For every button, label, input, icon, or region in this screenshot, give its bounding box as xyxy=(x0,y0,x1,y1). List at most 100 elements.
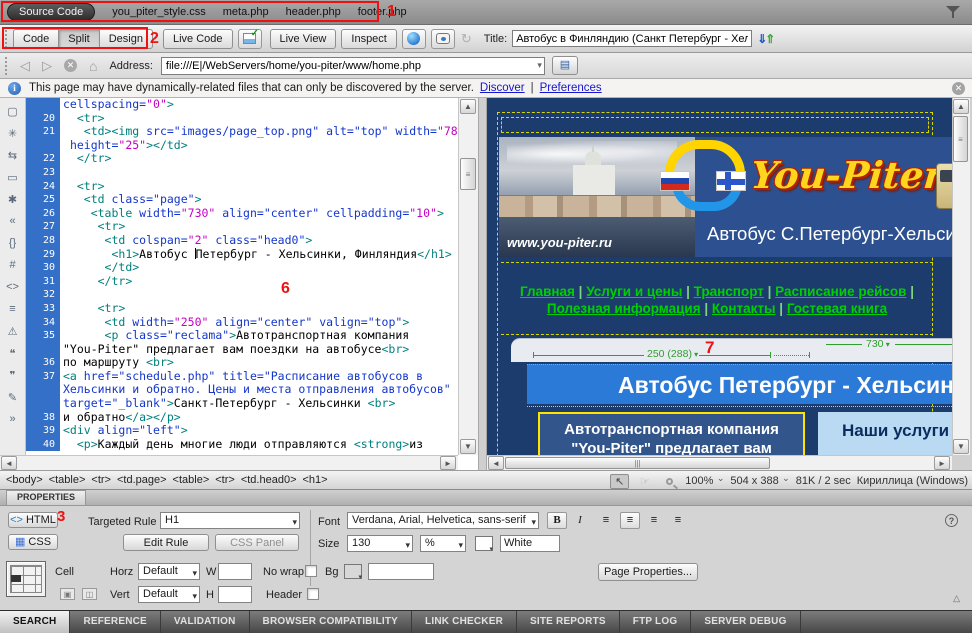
css-panel-button[interactable]: CSS Panel xyxy=(215,534,299,551)
results-tab[interactable]: VALIDATION xyxy=(161,611,250,633)
css-mode-button[interactable]: ▦ CSS xyxy=(8,534,58,550)
home-icon[interactable]: ⌂ xyxy=(89,58,97,74)
tag-selector-item[interactable]: <tr> xyxy=(91,474,111,486)
code-view-pane[interactable]: ▢✳⇆▭✱«{}#<>≡⚠❝❞✎» cellspacing="0">20 <tr… xyxy=(0,98,478,470)
close-info-bar-icon[interactable]: ✕ xyxy=(952,82,965,95)
select-tool-icon[interactable]: ↖ xyxy=(610,474,629,489)
design-nav-link[interactable]: Полезная информация xyxy=(547,301,701,316)
inspect-button[interactable]: Inspect xyxy=(341,29,396,49)
align-left-icon[interactable]: ≡ xyxy=(596,512,616,529)
remove-comment-icon[interactable]: ❞ xyxy=(2,364,24,386)
forward-icon[interactable]: ▷ xyxy=(42,58,52,74)
window-size-dropdown[interactable]: 504 x 388 xyxy=(730,475,789,487)
live-view-button[interactable]: Live View xyxy=(270,29,337,49)
site-header-image[interactable]: You-Piter Автобус С.Петербург-Хельсинки … xyxy=(499,137,952,257)
preferences-link[interactable]: Preferences xyxy=(540,82,602,94)
results-tab[interactable]: FTP LOG xyxy=(620,611,692,633)
page-banner[interactable]: Автобус Петербург - Хельсинки xyxy=(527,364,952,404)
bold-button[interactable]: B xyxy=(547,512,567,529)
design-nav-link[interactable]: Расписание рейсов xyxy=(775,284,906,299)
align-center-icon[interactable]: ≡ xyxy=(620,512,640,529)
design-nav-link[interactable]: Гостевая книга xyxy=(787,301,887,316)
address-input[interactable] xyxy=(161,57,545,75)
size-dropdown[interactable]: 130 xyxy=(347,535,413,552)
refresh-icon[interactable]: ↻ xyxy=(461,31,472,47)
back-icon[interactable]: ◁ xyxy=(20,58,30,74)
preview-in-browser-icon[interactable] xyxy=(402,29,426,49)
collapse-full-tag-icon[interactable]: ⇆ xyxy=(2,144,24,166)
results-tab[interactable]: SEARCH xyxy=(0,611,70,633)
code-horizontal-scrollbar[interactable]: ◄ ► xyxy=(0,455,458,470)
code-vertical-scrollbar[interactable]: ▲ ≡ ▼ xyxy=(458,98,478,455)
column-width-label[interactable]: 250 (288) xyxy=(647,348,698,360)
stop-icon[interactable]: ✕ xyxy=(64,59,77,72)
design-nav-link[interactable]: Услуги и цены xyxy=(586,284,682,299)
results-tab[interactable]: REFERENCE xyxy=(70,611,160,633)
collapse-panel-icon[interactable]: △ xyxy=(953,593,960,604)
design-nav-link[interactable]: Транспорт xyxy=(694,284,764,299)
align-right-icon[interactable]: ≡ xyxy=(644,512,664,529)
horz-dropdown[interactable]: Default xyxy=(138,563,200,580)
merge-cells-icon[interactable]: ▣ xyxy=(60,588,75,600)
results-tab[interactable]: LINK CHECKER xyxy=(412,611,517,633)
tag-selector-item[interactable]: <h1> xyxy=(303,474,328,486)
format-source-icon[interactable]: ✎ xyxy=(2,386,24,408)
discover-link[interactable]: Discover xyxy=(480,82,525,94)
properties-tab[interactable]: PROPERTIES xyxy=(6,490,86,505)
expand-all-icon[interactable]: ✱ xyxy=(2,188,24,210)
services-cell[interactable]: Наши услуги xyxy=(818,412,952,455)
help-icon[interactable]: ? xyxy=(945,514,958,527)
design-vertical-scrollbar[interactable]: ▲ ≡ ▼ xyxy=(952,98,970,455)
italic-button[interactable]: I xyxy=(570,512,590,529)
live-code-button[interactable]: Live Code xyxy=(163,29,233,49)
select-parent-tag-icon[interactable]: « xyxy=(2,210,24,232)
hand-tool-icon[interactable]: ☞ xyxy=(635,474,654,489)
align-justify-icon[interactable]: ≡ xyxy=(668,512,688,529)
magnification-dropdown[interactable]: 100% xyxy=(685,475,724,487)
design-horizontal-scrollbar[interactable]: ◄ ||| ► xyxy=(487,455,952,470)
document-title-input[interactable] xyxy=(512,30,752,47)
w-input[interactable] xyxy=(218,563,252,580)
tag-selector-item[interactable]: <body> xyxy=(6,474,43,486)
text-color-field[interactable]: White xyxy=(500,535,560,552)
h-input[interactable] xyxy=(218,586,252,603)
tag-selector-item[interactable]: <td.head0> xyxy=(241,474,297,486)
balance-braces-icon[interactable]: {} xyxy=(2,232,24,254)
promo-cell[interactable]: Автотранспортная компания "You-Piter" пр… xyxy=(538,412,805,455)
more-icon[interactable]: » xyxy=(2,408,24,430)
zoom-tool-icon[interactable] xyxy=(660,474,679,489)
check-browser-compatibility-icon[interactable] xyxy=(238,29,262,49)
tag-selector-item[interactable]: <tr> xyxy=(215,474,235,486)
design-view-pane[interactable]: You-Piter Автобус С.Петербург-Хельсинки … xyxy=(487,98,972,470)
file-management-icon[interactable]: ⇓⇑ xyxy=(757,32,773,46)
results-tab[interactable]: SITE REPORTS xyxy=(517,611,620,633)
no-wrap-checkbox[interactable] xyxy=(305,565,317,577)
size-unit-dropdown[interactable]: % xyxy=(420,535,466,552)
edit-rule-button[interactable]: Edit Rule xyxy=(123,534,209,551)
design-canvas[interactable]: You-Piter Автобус С.Петербург-Хельсинки … xyxy=(487,98,952,455)
split-cell-icon[interactable]: ◫ xyxy=(82,588,97,600)
bg-color-field[interactable] xyxy=(368,563,434,580)
design-nav-link[interactable]: Контакты xyxy=(712,301,776,316)
syntax-error-alerts-icon[interactable]: ⚠ xyxy=(2,320,24,342)
pane-splitter[interactable] xyxy=(478,98,487,470)
vert-dropdown[interactable]: Default xyxy=(138,586,200,603)
collapse-selection-icon[interactable]: ▭ xyxy=(2,166,24,188)
design-nav-link[interactable]: Главная xyxy=(520,284,575,299)
view-options-icon[interactable]: ▤ xyxy=(552,56,578,75)
code-editor[interactable]: cellspacing="0">20 <tr>21 <td><img src="… xyxy=(26,98,458,455)
header-checkbox[interactable] xyxy=(307,588,319,600)
validate-markup-icon[interactable] xyxy=(431,29,455,49)
bg-color-swatch[interactable] xyxy=(344,564,362,579)
word-wrap-icon[interactable]: ≡ xyxy=(2,298,24,320)
results-tab[interactable]: SERVER DEBUG xyxy=(691,611,800,633)
open-documents-icon[interactable]: ▢ xyxy=(2,100,24,122)
table-width-bar[interactable]: 250 (288) 730 xyxy=(511,338,952,362)
html-mode-button[interactable]: <> HTML xyxy=(8,512,58,528)
line-numbers-icon[interactable]: # xyxy=(2,254,24,276)
targeted-rule-dropdown[interactable]: H1 xyxy=(160,512,300,529)
highlight-invalid-code-icon[interactable]: <> xyxy=(2,276,24,298)
tag-selector-item[interactable]: <table> xyxy=(173,474,210,486)
tag-selector-item[interactable]: <table> xyxy=(49,474,86,486)
page-properties-button[interactable]: Page Properties... xyxy=(598,563,698,581)
